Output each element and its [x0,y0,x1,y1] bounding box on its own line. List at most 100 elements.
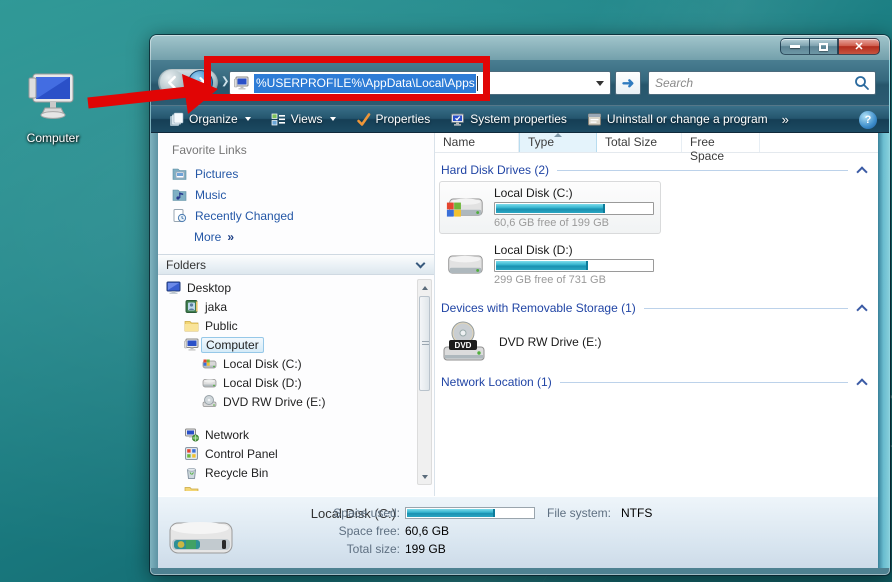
tree-item-local-disk-d[interactable]: Local Disk (D:) [158,373,434,392]
group-rule [560,382,848,383]
tree-item-label: jaka [205,300,227,314]
system-properties-button[interactable]: System properties [442,109,575,130]
tree-item-label: Public [205,319,238,333]
help-button[interactable]: ? [859,111,877,129]
collapse-chevron-icon[interactable] [856,304,867,315]
column-type[interactable]: Type [519,133,597,152]
computer-icon [184,337,199,352]
explorer-window: ✕ ❯ %USERPROFILE%\AppData\Local\Apps [150,35,890,575]
scrollbar-thumb[interactable] [419,296,430,391]
more-links-button[interactable]: More » [158,226,434,248]
column-total-size[interactable]: Total Size [597,133,682,152]
address-input-selected-text[interactable]: %USERPROFILE%\AppData\Local\Apps [254,74,476,93]
folder-tree: Desktop jaka [158,275,434,491]
details-pane: Local Disk (C:) Space used: File system:… [158,496,878,568]
search-box[interactable] [648,71,876,95]
tree-item-recycle-bin[interactable]: Recycle Bin [158,463,434,482]
recycle-bin-icon [184,465,199,480]
collapse-chevron-icon[interactable] [856,166,867,177]
desktop-icon-computer[interactable]: Computer [10,70,96,145]
tree-item-network[interactable]: Network [158,425,434,444]
hard-disk-icon [202,356,217,371]
tree-item-label: Computer [201,337,264,353]
hard-disk-icon [446,190,484,226]
tree-item-computer[interactable]: Computer [158,335,434,354]
tree-item-label: Local Disk (C:) [223,357,302,371]
views-label: Views [291,112,323,126]
title-bar[interactable]: ✕ [150,35,890,60]
back-button[interactable] [160,70,185,95]
tree-item-desktop[interactable]: Desktop [158,278,434,297]
drive-item-c[interactable]: Local Disk (C:) 60,6 GB free of 199 GB [439,181,661,234]
help-icon: ? [865,114,872,126]
tree-item-label: Control Panel [205,447,278,461]
tree-item-clipped[interactable] [158,482,434,491]
desktop-icon [166,280,181,295]
computer-icon [27,70,79,122]
folders-title: Folders [166,258,206,272]
hard-disk-icon [202,375,217,390]
music-folder-icon [172,187,187,202]
pictures-folder-icon [172,166,187,181]
scroll-up-button[interactable] [418,280,431,295]
toolbar-overflow-button[interactable]: » [776,112,795,127]
maximize-button[interactable] [809,38,838,55]
drive-name: Local Disk (C:) [494,186,654,200]
properties-button[interactable]: Properties [348,109,439,130]
file-system-value: NTFS [621,506,652,520]
uninstall-button[interactable]: Uninstall or change a program [579,109,776,130]
organize-button[interactable]: Organize [161,109,259,130]
chevron-down-icon [416,258,426,268]
forward-button[interactable] [188,70,213,95]
favorite-link-music[interactable]: Music [158,184,434,205]
minimize-button[interactable] [780,38,809,55]
search-input[interactable] [649,76,852,90]
favorite-link-recently-changed[interactable]: Recently Changed [158,205,434,226]
scroll-down-button[interactable] [418,469,431,484]
favorite-links-title: Favorite Links [158,133,434,163]
capacity-bar-fill [496,261,588,270]
views-button[interactable]: Views [263,109,344,130]
drive-item-d[interactable]: Local Disk (D:) 299 GB free of 731 GB [439,238,661,291]
go-button[interactable]: ➜ [615,71,641,95]
minimize-icon [790,45,800,48]
total-size-label: Total size: [244,542,400,556]
tree-item-dvd-drive[interactable]: DVD RW Drive (E:) [158,392,434,411]
folders-band[interactable]: Folders [158,254,434,275]
sort-ascending-icon [554,133,562,137]
network-icon [184,427,199,442]
search-icon[interactable] [852,73,872,93]
address-dropdown-button[interactable] [592,73,608,93]
close-button[interactable]: ✕ [838,38,880,55]
tree-item-control-panel[interactable]: Control Panel [158,444,434,463]
tree-scrollbar[interactable] [417,279,432,485]
hard-disk-large-icon [166,509,238,563]
group-title: Network Location (1) [441,375,552,389]
favorite-link-pictures[interactable]: Pictures [158,163,434,184]
dvd-drive-item[interactable]: DVD DVD RW Drive (E:) [441,319,878,365]
more-label: More [194,230,221,244]
forward-arrow-icon [193,75,208,90]
dvd-badge-text: DVD [455,341,472,350]
system-monitor-icon [450,112,465,127]
space-free-value: 60,6 GB [405,524,449,538]
tree-item-local-disk-c[interactable]: Local Disk (C:) [158,354,434,373]
column-name[interactable]: Name [435,133,519,152]
drive-name: Local Disk (D:) [494,243,654,257]
tree-item-public[interactable]: Public [158,316,434,335]
favorite-link-label: Music [195,188,226,202]
recently-changed-icon [172,208,187,223]
collapse-chevron-icon[interactable] [856,378,867,389]
tree-item-label: Recycle Bin [205,466,268,480]
tree-item-label: Desktop [187,281,231,295]
favorite-link-label: Recently Changed [195,209,294,223]
group-header-hard-disks: Hard Disk Drives (2) [441,163,872,177]
tree-item-user-jaka[interactable]: jaka [158,297,434,316]
address-bar[interactable]: %USERPROFILE%\AppData\Local\Apps [229,71,611,95]
dvd-drive-icon [202,394,217,409]
column-free-space[interactable]: Free Space [682,133,760,152]
go-arrow-icon: ➜ [622,76,635,91]
desktop-icon-label: Computer [10,131,96,145]
window-border-right [878,60,890,568]
close-icon: ✕ [854,40,863,53]
